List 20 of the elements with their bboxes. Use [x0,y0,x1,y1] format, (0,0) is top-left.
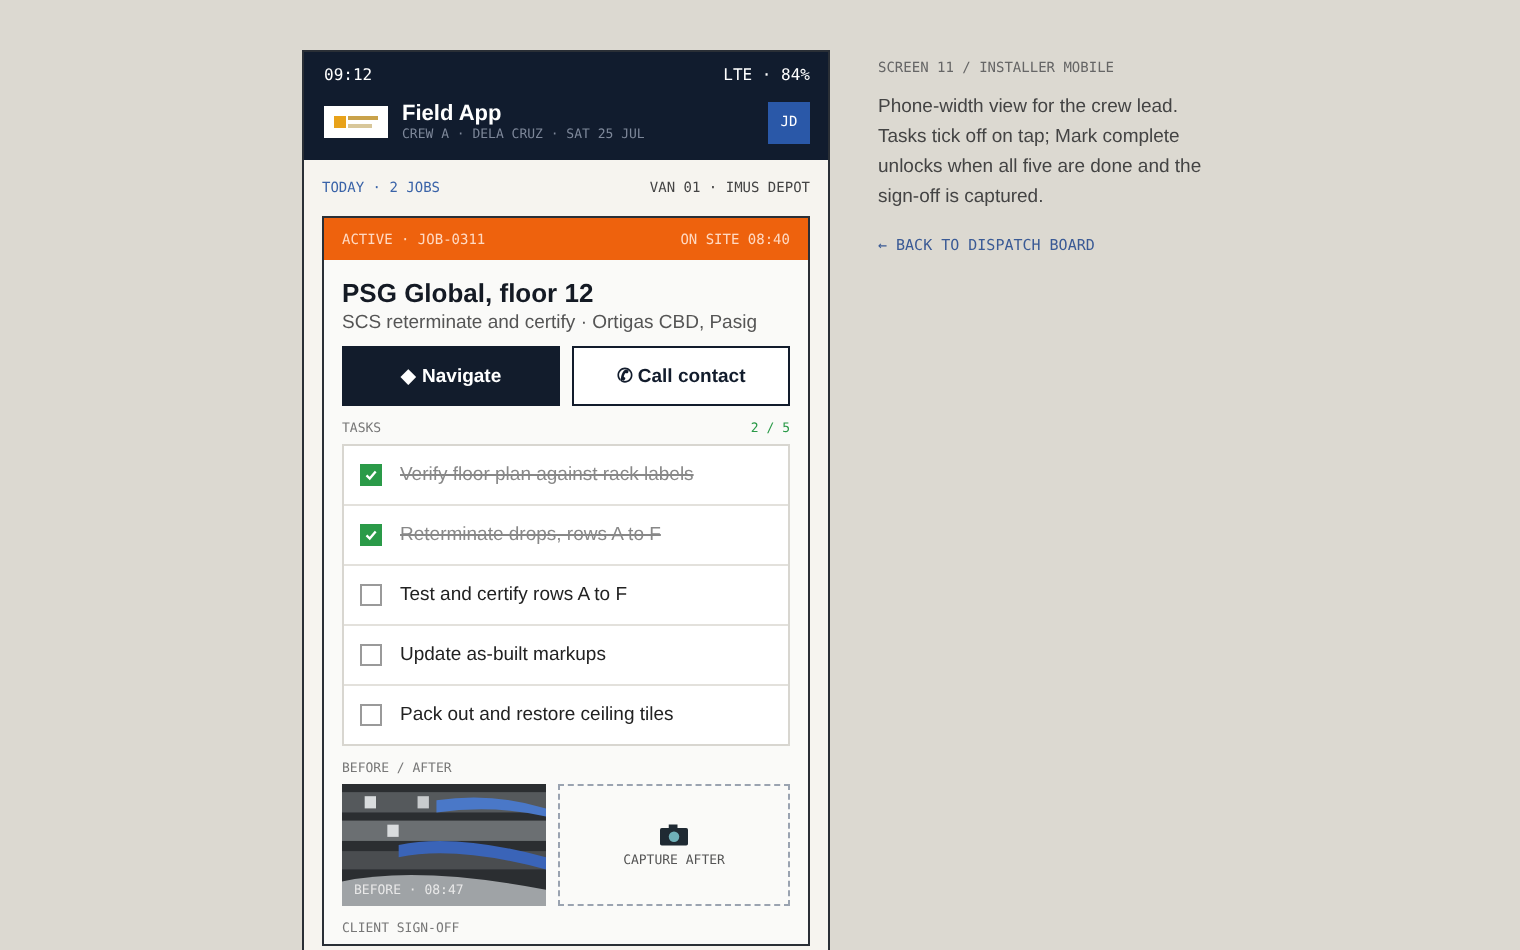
checkbox[interactable] [360,704,382,726]
company-logo [324,106,388,138]
task-label: Update as-built markups [400,644,606,666]
checkbox[interactable] [360,524,382,546]
job-subtitle: SCS reterminate and certify · Ortigas CBD, Pasig [342,312,759,334]
status-time: 09:12 [324,65,373,83]
network-battery-status: LTE · 84% [723,65,810,83]
checkbox[interactable] [360,464,382,486]
task-label: Test and certify rows A to F [400,584,628,606]
task-label: Pack out and restore ceiling tiles [400,704,674,726]
task-label: Verify floor plan against rack labels [400,464,694,486]
checkbox[interactable] [360,644,382,666]
call-button[interactable]: ✆ Call contact [572,346,790,406]
task-label: Reterminate drops, rows A to F [400,524,661,546]
checkbox[interactable] [360,584,382,606]
navigate-button[interactable]: ◆ Navigate [342,346,560,406]
description: Phone-width view for the crew lead. Tasks tick off on tap; Mark complete unlocks when all five are done and the sign-off is captured. [878,94,1204,212]
job-title: PSG Global, floor 12 [342,278,596,308]
app-title: Field App [402,102,504,126]
camera-icon [660,823,688,845]
